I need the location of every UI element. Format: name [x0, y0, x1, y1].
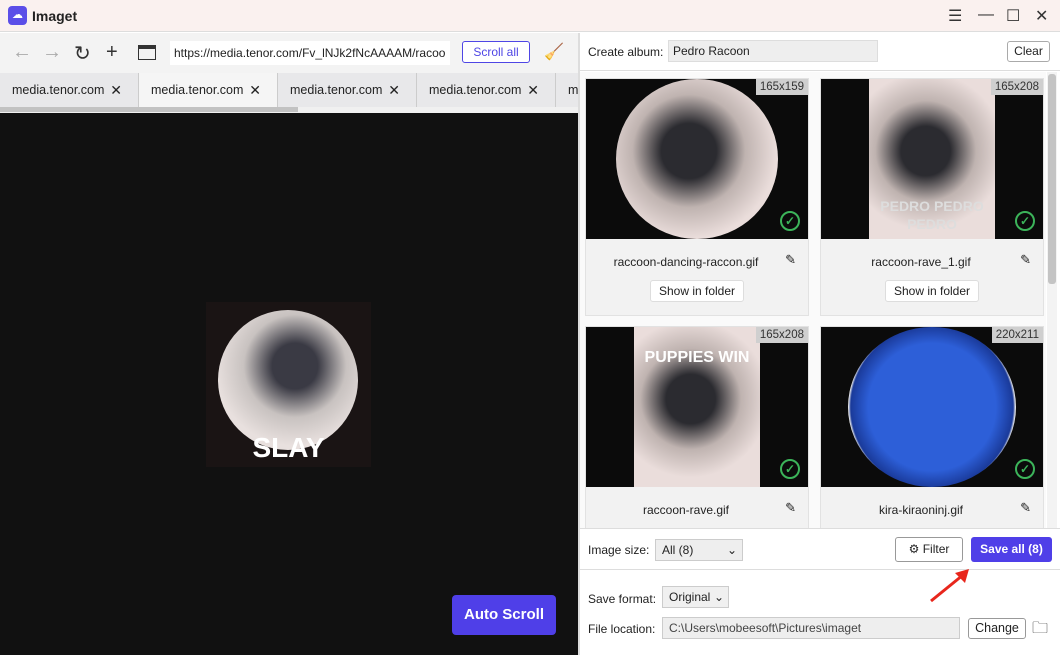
- image-dimensions: 165x208: [755, 327, 808, 343]
- check-icon[interactable]: ✓: [1015, 459, 1035, 479]
- close-tab-icon[interactable]: ✕: [110, 73, 122, 108]
- filename: raccoon-rave_1.gif: [871, 255, 971, 269]
- minimize-button[interactable]: —: [978, 6, 994, 24]
- check-icon[interactable]: ✓: [780, 459, 800, 479]
- edit-pencil-icon[interactable]: ✎: [785, 252, 796, 268]
- new-tab-icon[interactable]: +: [106, 41, 118, 64]
- change-button[interactable]: Change: [968, 618, 1026, 639]
- window-icon[interactable]: [138, 45, 156, 60]
- chevron-down-icon: ⌄: [713, 590, 724, 604]
- menu-icon[interactable]: ☰: [948, 6, 962, 26]
- annotation-arrow-icon: [930, 569, 969, 603]
- save-settings: Save format: Original ⌄ File location: C:…: [580, 571, 1060, 655]
- tab[interactable]: m: [556, 73, 578, 108]
- filename: raccoon-dancing-raccon.gif: [613, 255, 759, 269]
- raccoon-picture: [218, 310, 358, 450]
- close-tab-icon[interactable]: ✕: [527, 73, 539, 108]
- raccoon-picture: [616, 79, 778, 239]
- tab-scrollbar-thumb[interactable]: [0, 107, 298, 112]
- show-in-folder-button[interactable]: Show in folder: [650, 280, 744, 302]
- filename: raccoon-rave.gif: [642, 503, 730, 517]
- album-input[interactable]: Pedro Racoon: [668, 40, 878, 62]
- image-card[interactable]: PEDRO PEDRO PEDRO 165x208 ✓ raccoon-rave…: [820, 78, 1044, 316]
- reload-icon[interactable]: ↻: [74, 41, 91, 66]
- grid-scrollbar-thumb[interactable]: [1048, 74, 1056, 284]
- filter-label: Filter: [922, 542, 950, 556]
- url-input[interactable]: https://media.tenor.com/Fv_lNJk2fNcAAAAM…: [170, 41, 450, 65]
- close-tab-icon[interactable]: ✕: [249, 73, 261, 108]
- tab[interactable]: media.tenor.com ✕: [417, 73, 556, 108]
- save-format-select[interactable]: Original ⌄: [662, 586, 729, 608]
- image-caption: PEDRO PEDRO PEDRO: [880, 198, 984, 232]
- app-title: Imaget: [32, 8, 78, 24]
- image-dimensions: 165x159: [755, 79, 808, 95]
- browser-toolbar: ← → ↻ + https://media.tenor.com/Fv_lNJk2…: [0, 33, 578, 73]
- filter-button[interactable]: ⚙ Filter: [895, 537, 963, 562]
- clear-button[interactable]: Clear: [1007, 41, 1050, 62]
- save-all-button[interactable]: Save all (8): [971, 537, 1052, 562]
- image-dimensions: 220x211: [991, 327, 1043, 343]
- sliders-icon: ⚙: [908, 542, 923, 556]
- auto-scroll-button[interactable]: Auto Scroll: [452, 595, 556, 635]
- tab-label: media.tenor.com: [429, 83, 522, 97]
- file-location-label: File location:: [588, 622, 656, 636]
- tab-label: m: [568, 83, 578, 97]
- gif-caption: SLAY: [252, 432, 325, 463]
- tab[interactable]: media.tenor.com ✕: [0, 73, 139, 108]
- show-in-folder-button[interactable]: Show in folder: [885, 280, 979, 302]
- tab[interactable]: media.tenor.com ✕: [278, 73, 417, 108]
- back-icon[interactable]: ←: [12, 41, 32, 64]
- edit-pencil-icon[interactable]: ✎: [1020, 252, 1031, 268]
- close-button[interactable]: ✕: [1035, 6, 1048, 26]
- scroll-all-button[interactable]: Scroll all: [462, 41, 530, 63]
- album-label: Create album:: [588, 45, 664, 59]
- chevron-down-icon: ⌄: [726, 543, 737, 557]
- tab-label: media.tenor.com: [12, 83, 105, 97]
- check-icon[interactable]: ✓: [1015, 211, 1035, 231]
- image-thumbnail[interactable]: 165x159 ✓: [586, 79, 808, 239]
- image-size-value: All (8): [662, 543, 694, 557]
- blue-bird-picture: [848, 327, 1016, 487]
- file-location-input[interactable]: C:\Users\mobeesoft\Pictures\imaget: [662, 617, 960, 639]
- edit-pencil-icon[interactable]: ✎: [1020, 500, 1031, 516]
- image-card[interactable]: 220x211 ✓ kira-kiraoninj.gif ✎: [820, 326, 1044, 528]
- edit-pencil-icon[interactable]: ✎: [785, 500, 796, 516]
- album-row: Create album: Pedro Racoon Clear: [580, 33, 1060, 71]
- image-size-label: Image size:: [588, 543, 650, 557]
- image-thumbnail[interactable]: PEDRO PEDRO PEDRO 165x208 ✓: [821, 79, 1043, 239]
- tab-label: media.tenor.com: [151, 83, 244, 97]
- folder-icon[interactable]: 🗀: [1032, 617, 1048, 644]
- tab-label: media.tenor.com: [290, 83, 383, 97]
- image-thumbnail[interactable]: 220x211 ✓: [821, 327, 1043, 487]
- maximize-button[interactable]: ☐: [1006, 6, 1020, 26]
- tab-active[interactable]: media.tenor.com ✕: [139, 73, 278, 108]
- size-filter-bar: Image size: All (8) ⌄ ⚙ Filter Save all (…: [580, 528, 1060, 570]
- image-thumbnail[interactable]: PUPPIES WIN 165x208 ✓: [586, 327, 808, 487]
- close-tab-icon[interactable]: ✕: [388, 73, 400, 108]
- image-dimensions: 165x208: [990, 79, 1043, 95]
- tab-bar: media.tenor.com ✕ media.tenor.com ✕ media.te…: [0, 73, 578, 108]
- check-icon[interactable]: ✓: [780, 211, 800, 231]
- image-card[interactable]: 165x159 ✓ raccoon-dancing-raccon.gif ✎ S…: [585, 78, 809, 316]
- save-format-value: Original: [669, 590, 711, 604]
- image-grid: 165x159 ✓ raccoon-dancing-raccon.gif ✎ S…: [580, 72, 1046, 528]
- filename: kira-kiraoninj.gif: [878, 503, 964, 517]
- image-caption: PUPPIES WIN: [644, 349, 750, 366]
- clean-brush-icon[interactable]: 🧹: [544, 42, 564, 62]
- save-format-label: Save format:: [588, 592, 657, 606]
- raccoon-gif-image: SLAY: [206, 302, 371, 467]
- image-card[interactable]: PUPPIES WIN 165x208 ✓ raccoon-rave.gif ✎: [585, 326, 809, 528]
- image-size-select[interactable]: All (8) ⌄: [655, 539, 743, 561]
- cloud-logo-icon: ☁: [8, 6, 27, 25]
- title-bar: ☁ Imaget ☰ — ☐ ✕: [0, 0, 1060, 32]
- forward-icon[interactable]: →: [42, 41, 62, 64]
